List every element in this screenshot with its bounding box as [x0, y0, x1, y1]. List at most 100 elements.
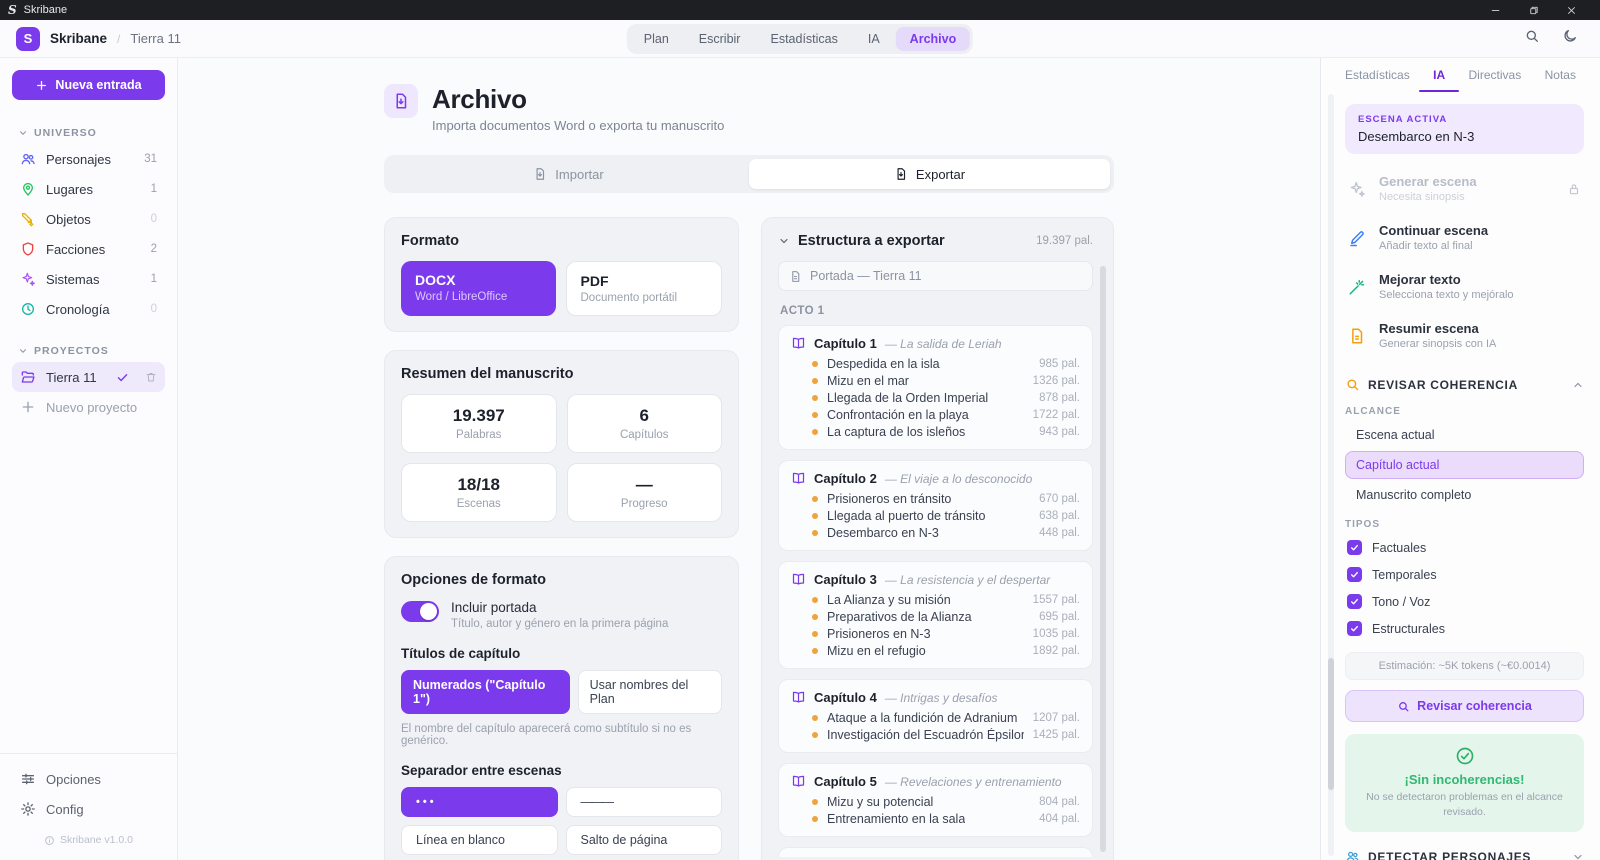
- checkbox-checked-icon[interactable]: [1347, 540, 1362, 555]
- review-coherence-button[interactable]: Revisar coherencia: [1345, 690, 1584, 722]
- scene-row[interactable]: La Alianza y su misión 1557 pal.: [791, 591, 1080, 608]
- breadcrumb-separator: /: [117, 32, 120, 46]
- scope-option[interactable]: Escena actual: [1345, 421, 1584, 449]
- scene-row[interactable]: Mizu en el mar 1326 pal.: [791, 372, 1080, 389]
- option-button[interactable]: •••: [401, 787, 558, 817]
- ai-action[interactable]: Mejorar texto Selecciona texto y mejóral…: [1345, 262, 1584, 311]
- cover-item[interactable]: Portada — Tierra 11: [778, 261, 1093, 291]
- format-pdf-button[interactable]: PDF Documento portátil: [566, 261, 723, 316]
- checkbox-checked-icon[interactable]: [1347, 567, 1362, 582]
- sidebar-footer: Opciones Config Skribane v1.0.0: [0, 753, 177, 860]
- ai-action[interactable]: Generar escena Necesita sinopsis: [1345, 164, 1584, 213]
- scene-row[interactable]: Prisioneros en N-3 1035 pal.: [791, 625, 1080, 642]
- checkbox-checked-icon[interactable]: [1347, 594, 1362, 609]
- sidebar-item-project-tierra-11[interactable]: Tierra 11: [12, 362, 165, 392]
- sidebar-item-personajes[interactable]: Personajes 31: [12, 144, 165, 174]
- chapter-card[interactable]: Capítulo 5 — Revelaciones y entrenamient…: [778, 763, 1093, 837]
- close-button[interactable]: [1552, 0, 1590, 20]
- detect-characters-header[interactable]: DETECTAR PERSONAJES: [1345, 845, 1584, 860]
- coherence-section-header[interactable]: REVISAR COHERENCIA: [1345, 373, 1584, 396]
- sidebar-item-sistemas[interactable]: Sistemas 1: [12, 264, 165, 294]
- universe-section-header[interactable]: UNIVERSO: [12, 122, 165, 144]
- sidebar-item-options[interactable]: Opciones: [12, 764, 165, 794]
- structure-scrollbar[interactable]: [1100, 266, 1106, 852]
- checkbox-checked-icon[interactable]: [1347, 621, 1362, 636]
- scene-title: Investigación del Escuadrón Épsilon: [827, 728, 1024, 742]
- panel-tab-ia[interactable]: IA: [1429, 58, 1449, 92]
- nav-tab-archivo[interactable]: Archivo: [896, 27, 971, 51]
- new-entry-label: Nueva entrada: [55, 78, 141, 92]
- scene-row[interactable]: La captura de los isleños 943 pal.: [791, 423, 1080, 440]
- nav-tab-escribir[interactable]: Escribir: [685, 27, 755, 51]
- projects-section-header[interactable]: PROYECTOS: [12, 340, 165, 362]
- book-open-icon: [791, 572, 806, 587]
- scene-row[interactable]: Confrontación en la playa 1722 pal.: [791, 406, 1080, 423]
- sidebar-item-cronología[interactable]: Cronología 0: [12, 294, 165, 324]
- new-project-button[interactable]: Nuevo proyecto: [12, 392, 165, 422]
- brand-name: Skribane: [50, 31, 107, 46]
- nav-tab-ia[interactable]: IA: [854, 27, 894, 51]
- new-entry-button[interactable]: Nueva entrada: [12, 70, 165, 100]
- scene-row[interactable]: Investigación del Escuadrón Épsilon 1425…: [791, 726, 1080, 743]
- pen-icon: [1348, 229, 1366, 247]
- sidebar-item-config[interactable]: Config: [12, 794, 165, 824]
- sidebar-item-lugares[interactable]: Lugares 1: [12, 174, 165, 204]
- ai-action[interactable]: Continuar escena Añadir texto al final: [1345, 213, 1584, 262]
- type-checkbox-row[interactable]: Estructurales: [1345, 615, 1584, 642]
- option-button[interactable]: Línea en blanco: [401, 825, 558, 855]
- structure-title[interactable]: Estructura a exportar: [798, 233, 945, 249]
- panel-tab-notas[interactable]: Notas: [1541, 58, 1580, 92]
- option-button[interactable]: Numerados ("Capítulo 1"): [401, 670, 570, 714]
- option-button[interactable]: Usar nombres del Plan: [578, 670, 722, 714]
- type-checkbox-row[interactable]: Factuales: [1345, 534, 1584, 561]
- chapter-card[interactable]: Capítulo 4 — Intrigas y desafíos Ataque …: [778, 679, 1093, 753]
- nav-tab-plan[interactable]: Plan: [630, 27, 683, 51]
- scene-word-count: 1326 pal.: [1033, 375, 1080, 387]
- scene-row[interactable]: Mizu en el refugio 1892 pal.: [791, 642, 1080, 659]
- minimize-button[interactable]: [1476, 0, 1514, 20]
- panel-tab-estadísticas[interactable]: Estadísticas: [1341, 58, 1414, 92]
- scene-title: Llegada al puerto de tránsito: [827, 509, 985, 523]
- search-icon[interactable]: [1524, 28, 1540, 49]
- scene-dot-icon: [812, 597, 818, 603]
- tab-importar[interactable]: Importar: [388, 159, 749, 189]
- maximize-button[interactable]: [1514, 0, 1552, 20]
- scene-row[interactable]: Mizu y su potencial 804 pal.: [791, 793, 1080, 810]
- panel-scrollbar-thumb[interactable]: [1328, 658, 1334, 790]
- nav-tab-estadísticas[interactable]: Estadísticas: [756, 27, 851, 51]
- scope-option[interactable]: Manuscrito completo: [1345, 481, 1584, 509]
- scene-dot-icon: [812, 648, 818, 654]
- scope-option[interactable]: Capítulo actual: [1345, 451, 1584, 479]
- brand-logo[interactable]: S: [16, 27, 40, 51]
- app-window: S Skribane S Skribane / Tierra 11 PlanEs…: [0, 0, 1600, 860]
- scene-row[interactable]: Prisioneros en tránsito 670 pal.: [791, 490, 1080, 507]
- scene-word-count: 670 pal.: [1039, 493, 1080, 505]
- scene-row[interactable]: Preparativos de la Alianza 695 pal.: [791, 608, 1080, 625]
- include-cover-toggle[interactable]: [401, 601, 439, 622]
- panel-tab-directivas[interactable]: Directivas: [1465, 58, 1526, 92]
- sidebar-item-facciones[interactable]: Facciones 2: [12, 234, 165, 264]
- scope-options: Escena actualCapítulo actualManuscrito c…: [1345, 421, 1584, 509]
- sidebar-item-objetos[interactable]: Objetos 0: [12, 204, 165, 234]
- ai-action[interactable]: Resumir escena Generar sinopsis con IA: [1345, 311, 1584, 360]
- type-checkbox-row[interactable]: Temporales: [1345, 561, 1584, 588]
- delete-project-icon[interactable]: [145, 371, 157, 383]
- chapter-card[interactable]: Capítulo 1 — La salida de Leriah Despedi…: [778, 325, 1093, 450]
- book-open-icon: [791, 336, 806, 351]
- chapter-card[interactable]: Capítulo 2 — El viaje a lo desconocido P…: [778, 460, 1093, 551]
- option-button[interactable]: Salto de página: [566, 825, 723, 855]
- chapter-card[interactable]: Capítulo 3 — La resistencia y el despert…: [778, 561, 1093, 669]
- scene-row[interactable]: Llegada al puerto de tránsito 638 pal.: [791, 507, 1080, 524]
- format-docx-button[interactable]: DOCX Word / LibreOffice: [401, 261, 556, 316]
- scene-row[interactable]: Llegada de la Orden Imperial 878 pal.: [791, 389, 1080, 406]
- dark-mode-icon[interactable]: [1562, 28, 1578, 49]
- scene-dot-icon: [812, 378, 818, 384]
- type-checkbox-row[interactable]: Tono / Voz: [1345, 588, 1584, 615]
- scene-dot-icon: [812, 530, 818, 536]
- scene-row[interactable]: Despedida en la isla 985 pal.: [791, 355, 1080, 372]
- scene-row[interactable]: Entrenamiento en la sala 404 pal.: [791, 810, 1080, 827]
- option-button[interactable]: ———: [566, 787, 723, 817]
- scene-row[interactable]: Desembarco en N-3 448 pal.: [791, 524, 1080, 541]
- tab-exportar[interactable]: Exportar: [749, 159, 1110, 189]
- scene-row[interactable]: Ataque a la fundición de Adranium 1207 p…: [791, 709, 1080, 726]
